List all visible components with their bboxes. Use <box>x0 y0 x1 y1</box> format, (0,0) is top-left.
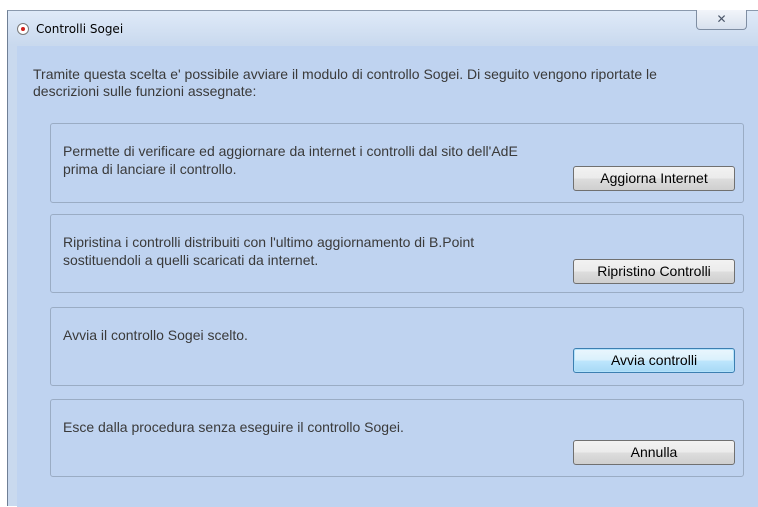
group-description: Ripristina i controlli distribuiti con l… <box>63 234 475 268</box>
intro-text: Tramite questa scelta e' possibile avvia… <box>33 66 657 99</box>
group-avvia-controlli: Avvia il controllo Sogei scelto. Avvia c… <box>50 307 744 386</box>
group-ripristino-controlli: Ripristina i controlli distribuiti con l… <box>50 214 744 293</box>
aggiorna-internet-button[interactable]: Aggiorna Internet <box>573 166 735 191</box>
window-title: Controlli Sogei <box>36 22 124 36</box>
title-bar[interactable]: Controlli Sogei ✕ <box>8 10 758 45</box>
record-icon <box>17 23 29 35</box>
dialog-window: Controlli Sogei ✕ Tramite questa scelta … <box>7 10 758 507</box>
annulla-button[interactable]: Annulla <box>573 440 735 465</box>
group-description: Avvia il controllo Sogei scelto. <box>63 327 248 343</box>
close-icon: ✕ <box>716 12 727 26</box>
group-annulla: Esce dalla procedura senza eseguire il c… <box>50 399 744 477</box>
ripristino-controlli-button[interactable]: Ripristino Controlli <box>573 259 735 284</box>
avvia-controlli-button[interactable]: Avvia controlli <box>573 348 735 373</box>
group-description: Permette di verificare ed aggiornare da … <box>63 143 518 177</box>
close-button[interactable]: ✕ <box>696 10 747 30</box>
dialog-content: Tramite questa scelta e' possibile avvia… <box>17 46 758 507</box>
group-aggiorna-internet: Permette di verificare ed aggiornare da … <box>50 123 744 203</box>
group-description: Esce dalla procedura senza eseguire il c… <box>63 419 404 435</box>
